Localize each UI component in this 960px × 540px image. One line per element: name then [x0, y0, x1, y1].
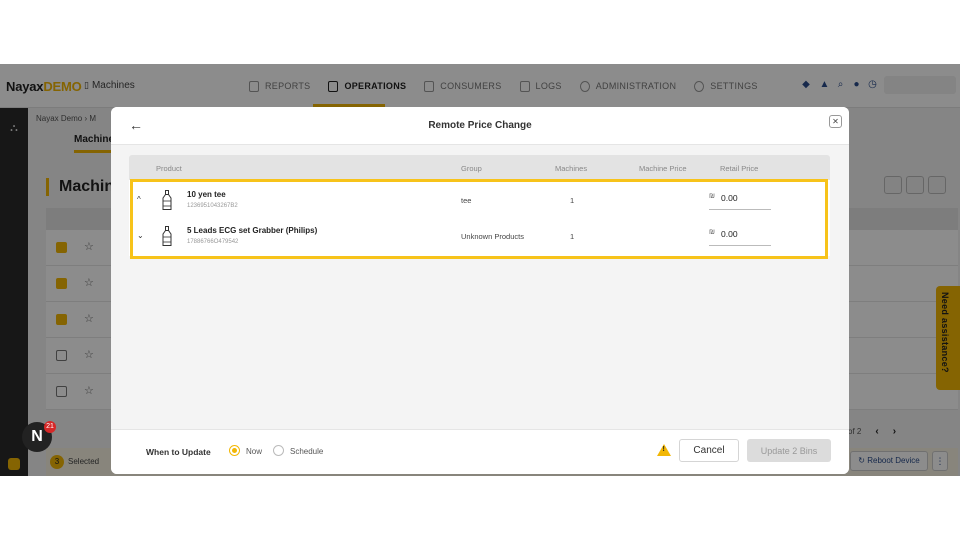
column-retail-price: Retail Price — [720, 164, 759, 173]
product-name: 5 Leads ECG set Grabber (Philips) — [187, 226, 318, 235]
machines-count: 1 — [570, 232, 575, 241]
chevron-down-icon[interactable]: ⌄ — [137, 231, 144, 240]
machines-count: 1 — [570, 196, 575, 205]
currency-symbol: ₪ — [709, 229, 715, 236]
update-bins-button[interactable]: Update 2 Bins — [747, 439, 831, 462]
cancel-button[interactable]: Cancel — [679, 439, 739, 462]
column-machine-price: Machine Price — [639, 164, 687, 173]
retail-price-field: ₪ — [709, 225, 771, 246]
price-table-body: ^ 10 yen tee 1236951043267B2 tee 1 ₪ ⌄ 5… — [129, 180, 830, 256]
retail-price-field: ₪ — [709, 189, 771, 210]
price-table-header: Product Group Machines Machine Price Ret… — [129, 155, 830, 180]
dialog-title: Remote Price Change — [428, 120, 532, 131]
radio-schedule[interactable] — [273, 445, 284, 456]
bottle-icon — [162, 226, 172, 246]
product-group: Unknown Products — [461, 232, 524, 241]
radio-schedule-label[interactable]: Schedule — [290, 447, 323, 456]
product-group: tee — [461, 196, 472, 205]
product-name: 10 yen tee — [187, 190, 226, 199]
chevron-up-icon[interactable]: ^ — [137, 195, 141, 204]
product-code: 17886766O479542 — [187, 239, 239, 245]
radio-now-label[interactable]: Now — [246, 447, 262, 456]
currency-symbol: ₪ — [709, 193, 715, 200]
column-machines: Machines — [555, 164, 588, 173]
table-row: ⌄ 5 Leads ECG set Grabber (Philips) 1788… — [129, 218, 830, 254]
retail-price-input[interactable] — [721, 191, 769, 205]
column-group: Group — [461, 164, 482, 173]
close-icon[interactable]: ✕ — [829, 115, 842, 128]
radio-now[interactable] — [229, 445, 240, 456]
remote-price-change-dialog: ← Remote Price Change ✕ Product Group Ma… — [111, 107, 849, 474]
column-product: Product — [156, 164, 182, 173]
warning-icon — [657, 444, 671, 456]
when-to-update-label: When to Update — [146, 447, 211, 457]
product-code: 1236951043267B2 — [187, 203, 238, 209]
dialog-header: ← Remote Price Change ✕ — [111, 107, 849, 145]
notification-count-badge: 21 — [44, 421, 56, 433]
retail-price-input[interactable] — [721, 227, 769, 241]
app-window: NayaxDEMO ▯ Machines REPORTS OPERATIONS C… — [0, 64, 960, 476]
bottle-icon — [162, 190, 172, 210]
table-row: ^ 10 yen tee 1236951043267B2 tee 1 ₪ — [129, 182, 830, 218]
dialog-footer: When to Update Now Schedule Cancel Updat… — [111, 429, 849, 474]
